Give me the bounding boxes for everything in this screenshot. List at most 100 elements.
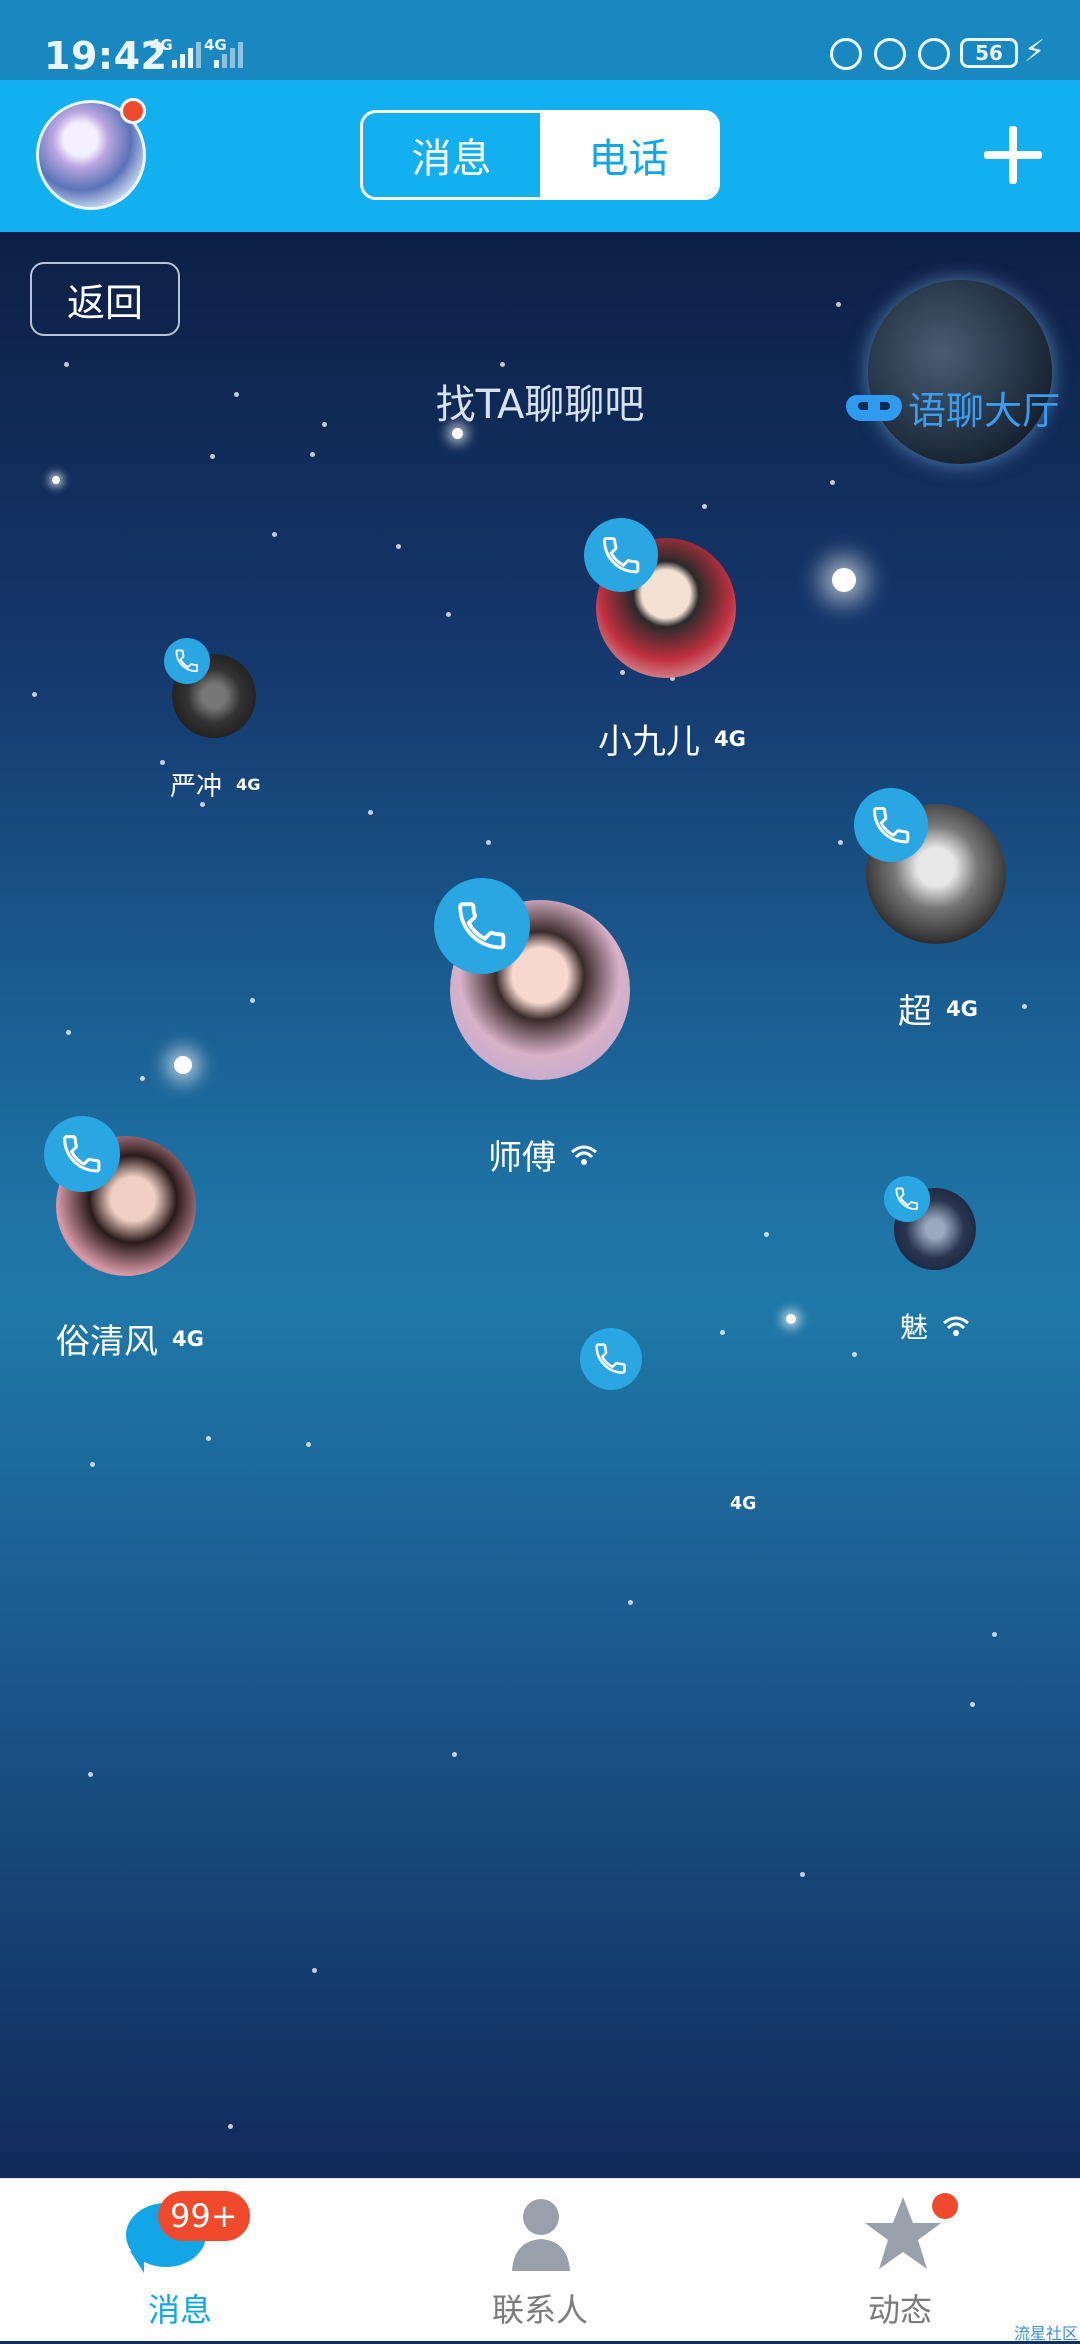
- phone-icon[interactable]: [164, 638, 210, 684]
- net-type: 4G: [236, 775, 261, 794]
- star: [64, 362, 69, 367]
- star: [312, 1968, 317, 1973]
- star: [702, 504, 707, 509]
- moments-dot: [932, 2193, 958, 2219]
- phone-icon[interactable]: [584, 518, 658, 592]
- star: [160, 760, 165, 765]
- net-type: 4G: [730, 1494, 757, 1514]
- star: [88, 1772, 93, 1777]
- star: [764, 1232, 769, 1237]
- tab-calls[interactable]: 电话: [540, 113, 717, 197]
- star: [486, 840, 491, 845]
- star: [500, 362, 505, 367]
- star: [620, 670, 625, 675]
- plus-icon[interactable]: [984, 126, 1042, 184]
- starfield-area: 返回 找TA聊聊吧 语聊大厅 小九儿 4G 严冲 4G 超 4G 师傅 俗清风 …: [0, 232, 1080, 2178]
- unread-count: 99+: [170, 2197, 238, 2235]
- star: [32, 692, 37, 697]
- star: [830, 480, 835, 485]
- user-label: 俗清风 4G: [56, 1314, 204, 1363]
- star: [396, 544, 401, 549]
- phone-icon[interactable]: [434, 878, 530, 974]
- phone-icon[interactable]: [884, 1176, 930, 1222]
- bright-star: [174, 1056, 192, 1074]
- alarm-icon: [918, 38, 950, 70]
- star: [368, 810, 373, 815]
- top-header: 消息 电话: [0, 80, 1080, 232]
- nav-contacts-label: 联系人: [491, 2291, 588, 2329]
- user-name: 魅: [900, 1311, 929, 1344]
- planet-image[interactable]: [868, 280, 1052, 464]
- net-type: 4G: [946, 996, 978, 1021]
- phone-icon[interactable]: [580, 1328, 642, 1390]
- nav-messages-label: 消息: [147, 2291, 212, 2329]
- star: [628, 1600, 633, 1605]
- wifi-icon: [943, 1316, 969, 1336]
- status-time: 19:42: [44, 34, 168, 78]
- star: [306, 1442, 311, 1447]
- phone-icon[interactable]: [44, 1116, 120, 1192]
- star: [140, 1076, 145, 1081]
- voice-hall-link[interactable]: 语聊大厅: [846, 380, 1060, 435]
- star: [452, 1752, 457, 1757]
- battery-icon: 56: [960, 38, 1018, 68]
- bright-star: [786, 1314, 796, 1324]
- star: [720, 1330, 725, 1335]
- star: [800, 1872, 805, 1877]
- bright-star: [52, 476, 60, 484]
- star: [272, 532, 277, 537]
- star: [228, 2124, 233, 2129]
- battery-level: 56: [975, 41, 1003, 65]
- user-name: 师傅: [488, 1138, 556, 1178]
- user-label: 超 4G: [898, 984, 978, 1033]
- tab-messages[interactable]: 消息: [363, 113, 540, 197]
- star: [66, 1030, 71, 1035]
- user-name: 小九儿: [598, 722, 700, 762]
- star: [1022, 1004, 1027, 1009]
- star: [852, 1352, 857, 1357]
- star: [836, 302, 841, 307]
- user-name: 严冲: [170, 772, 223, 802]
- user-label: 魅: [900, 1306, 970, 1346]
- wifi-icon: [571, 1145, 597, 1165]
- phone-icon[interactable]: [854, 788, 928, 862]
- star: [210, 454, 215, 459]
- nav-contacts[interactable]: 联系人: [440, 2179, 640, 2341]
- nav-messages[interactable]: 99+ 消息: [80, 2179, 280, 2341]
- star: [838, 840, 843, 845]
- user-label: 小九儿 4G: [598, 714, 746, 763]
- nav-moments-label: 动态: [867, 2291, 932, 2329]
- eye-care-icon: [830, 38, 862, 70]
- watermark: 流星社区: [1014, 2324, 1079, 2343]
- mask-icon: [846, 391, 902, 425]
- net-type: 4G: [172, 1326, 204, 1351]
- unread-badge: 99+: [158, 2191, 250, 2241]
- status-bar: 19:42 4G 4G 56 ⚡: [0, 0, 1080, 80]
- star: [992, 1632, 997, 1637]
- voice-hall-label: 语聊大厅: [908, 389, 1061, 433]
- user-label: 4G: [716, 1494, 756, 1514]
- signal-label-1: 4G: [150, 36, 173, 54]
- signal-icon: [172, 40, 201, 68]
- signal-icon-2: [214, 40, 243, 68]
- star: [206, 1436, 211, 1441]
- segment-control: 消息 电话: [360, 110, 720, 200]
- bottom-nav: 99+ 消息 联系人 动态: [0, 2178, 1080, 2341]
- user-label: 严冲 4G: [170, 766, 260, 803]
- user-name: 俗清风: [56, 1322, 158, 1362]
- net-type: 4G: [714, 726, 746, 751]
- nav-moments[interactable]: 动态: [800, 2179, 1000, 2341]
- star: [250, 998, 255, 1003]
- bright-star: [832, 568, 856, 592]
- lock-icon: [874, 38, 906, 70]
- charging-icon: ⚡: [1024, 34, 1046, 69]
- star: [90, 1462, 95, 1467]
- star: [970, 1702, 975, 1707]
- user-label: 师傅: [488, 1130, 598, 1179]
- back-button[interactable]: 返回: [30, 262, 180, 336]
- notification-dot: [120, 98, 146, 124]
- star: [446, 612, 451, 617]
- user-name: 超: [898, 992, 932, 1032]
- star: [310, 452, 315, 457]
- person-icon: [512, 2199, 570, 2271]
